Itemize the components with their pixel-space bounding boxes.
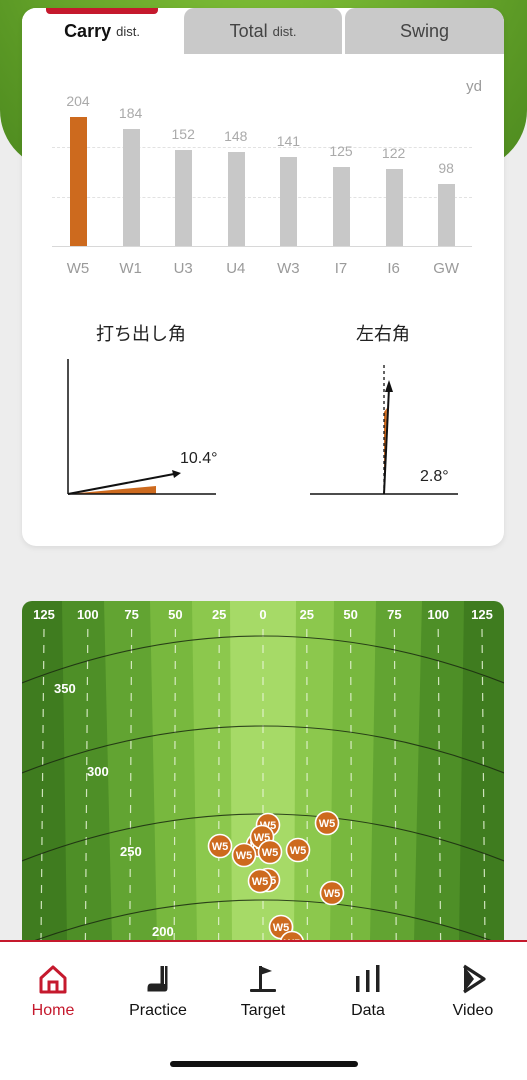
tab-total-label: Total (229, 20, 268, 41)
range-lateral-label: 75 (387, 607, 401, 622)
range-lateral-label: 100 (77, 607, 99, 622)
chart-bar-i6 (385, 168, 403, 246)
shot-marker[interactable]: W5 (257, 839, 283, 865)
chart-bar-i7 (333, 166, 350, 246)
shot-marker[interactable]: W5 (319, 880, 345, 906)
shot-dispersion-map[interactable]: 125 100 75 50 25 0 25 50 75 100 125 350 300 250 200 W… (22, 601, 504, 941)
range-lateral-label: 25 (300, 607, 314, 622)
range-lateral-label: 125 (33, 607, 55, 622)
shot-summary-card: Carry dist. Total dist. Swing yd 204 W5 18… (22, 8, 504, 546)
arrow-head-icon (385, 380, 393, 392)
nav-video-label: Video (452, 1002, 494, 1019)
launch-angle-fill (68, 486, 156, 494)
chart-value-label: 125 (329, 142, 353, 159)
range-lateral-label: 50 (343, 607, 357, 622)
chart-baseline (52, 246, 472, 247)
shot-marker[interactable]: W5 (314, 810, 340, 836)
launch-angle-title: 打ち出し角 (96, 324, 186, 344)
shot-marker[interactable]: W5 (285, 837, 311, 863)
launch-angle-value: 10.4° (180, 450, 218, 467)
metric-tabs: Carry dist. Total dist. Swing (22, 8, 504, 54)
svg-text:W5: W5 (290, 845, 307, 857)
nav-practice[interactable]: Practice (113, 962, 203, 1020)
bar-chart-icon (356, 965, 380, 992)
chart-value-label: 184 (118, 105, 143, 122)
active-tab-indicator (46, 8, 158, 14)
play-icon (463, 964, 486, 994)
tab-carry-sub: dist. (116, 23, 140, 39)
driving-range-field: 125 100 75 50 25 0 25 50 75 100 125 350300250200 W… (22, 601, 504, 941)
launch-angle-diagram (67, 359, 216, 495)
shot-marker[interactable]: W5 (247, 868, 273, 894)
chart-bar-gw (438, 183, 456, 246)
range-distance-arc-label: 250 (120, 844, 142, 859)
nav-target[interactable]: Target (218, 962, 308, 1020)
shot-marker[interactable]: W5 (231, 842, 257, 868)
tab-swing-label: Swing (399, 20, 450, 41)
direction-angle-value: 2.8° (420, 468, 449, 485)
svg-text:W5: W5 (324, 888, 341, 900)
chart-category-label: W3 (277, 260, 300, 277)
svg-text:W5: W5 (236, 850, 253, 862)
svg-text:W5: W5 (212, 841, 229, 853)
nav-data[interactable]: Data (323, 962, 413, 1020)
tab-carry[interactable]: Carry dist. (22, 8, 182, 54)
range-lateral-label: 75 (124, 607, 138, 622)
chart-bar-w5 (70, 116, 87, 246)
chart-category-label: W5 (66, 260, 90, 277)
chart-bar-u4 (227, 152, 245, 246)
nav-practice-label: Practice (129, 1002, 187, 1019)
target-flag-icon (250, 966, 276, 992)
range-lateral-label: 50 (168, 607, 182, 622)
chart-value-label: 98 (438, 159, 454, 176)
svg-text:W5: W5 (262, 847, 279, 859)
chart-category-label: I6 (387, 260, 400, 277)
golf-club-icon (147, 966, 168, 992)
direction-angle-title: 左右角 (356, 324, 410, 344)
nav-target-label: Target (240, 1002, 286, 1019)
chart-category-label: U3 (173, 260, 193, 277)
arrow-head-icon (172, 470, 181, 478)
carry-bar-chart: 204 W5 184 W1 152 U3 148 U4 141 W3 125 I7 122 I6 98 GW (52, 68, 472, 288)
range-lateral-label: 25 (212, 607, 226, 622)
range-lateral-label: 0 (259, 607, 266, 622)
chart-value-label: 152 (171, 125, 195, 142)
range-distance-arc-label: 200 (152, 924, 174, 939)
chart-category-label: W1 (119, 260, 142, 277)
chart-value-label: 148 (224, 128, 248, 145)
tab-total-sub: dist. (272, 23, 297, 39)
shot-marker[interactable]: W5 (207, 833, 233, 859)
tab-total[interactable]: Total dist. (184, 8, 342, 54)
svg-text:W5: W5 (319, 818, 336, 830)
chart-bar-u3 (175, 149, 193, 246)
chart-value-label: 141 (276, 132, 301, 149)
chart-bar-w3 (280, 156, 298, 246)
chart-category-label: GW (433, 260, 460, 277)
chart-category-label: I7 (334, 260, 348, 277)
chart-bar-w1 (122, 129, 140, 246)
nav-data-label: Data (351, 1002, 385, 1019)
tab-swing[interactable]: Swing (345, 8, 504, 54)
range-lateral-label: 125 (471, 607, 493, 622)
chart-gridline (52, 196, 472, 198)
svg-text:W5: W5 (252, 876, 269, 888)
range-distance-arc-label: 350 (54, 681, 76, 696)
chart-value-label: 122 (381, 144, 406, 161)
nav-video[interactable]: Video (428, 962, 518, 1020)
chart-category-label: U4 (226, 260, 246, 277)
home-indicator (170, 1061, 358, 1067)
chart-value-label: 204 (66, 92, 90, 109)
home-icon (39, 965, 67, 994)
nav-home[interactable]: Home (8, 962, 98, 1020)
bottom-navigation: Home Practice Target Data Video (0, 940, 527, 1080)
range-distance-arc-label: 300 (87, 764, 109, 779)
range-lateral-label: 100 (427, 607, 449, 622)
tab-carry-label: Carry (64, 20, 112, 41)
nav-home-label: Home (31, 1002, 75, 1019)
